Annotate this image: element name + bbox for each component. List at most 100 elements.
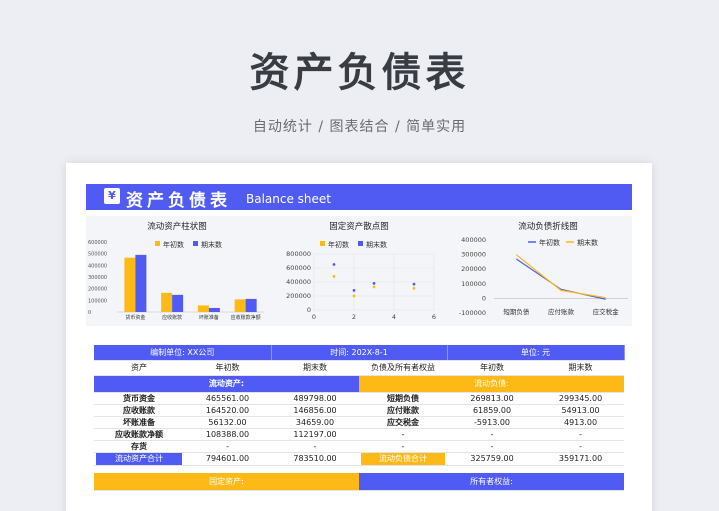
current-assets-section: 流动资产:: [94, 375, 360, 393]
table-row: 坏账准备 56132.00 34659.00 应交税金 -5913.00 491…: [94, 416, 625, 429]
charts-strip: 流动资产柱状图 年初数 期末数 600000 500000 400000 300000 200…: [86, 216, 632, 326]
cell-value: 108388.00: [184, 428, 272, 441]
table-row: 存货 - - - - -: [94, 440, 625, 453]
y-tick-label: 0: [307, 306, 311, 314]
liability-name: 短期负债: [359, 392, 448, 405]
asset-name: 存货: [94, 440, 184, 453]
line-chart-svg: 流动负债折线图年初数 期末数 400000 300000 200000 100000 0 -1…: [459, 221, 628, 317]
x-tick-label: 4: [392, 313, 396, 321]
cell-value: -: [537, 428, 625, 441]
sheet-banner: ¥ 资产负债表 Balance sheet: [86, 184, 632, 211]
current-assets-total-label: 流动资产合计: [94, 452, 184, 466]
cell-value: 489798.00: [271, 392, 360, 405]
scatter-point: [412, 286, 416, 290]
header-cell: 期末数: [537, 360, 625, 376]
y-tick-label: 300000: [461, 251, 486, 259]
bar: [172, 294, 184, 312]
cell-value: 794601.00: [184, 452, 272, 466]
scatter-point: [372, 282, 376, 285]
y-tick-label: 600000: [88, 240, 107, 246]
x-tick-label: 2: [352, 313, 356, 321]
header-cell: 年初数: [447, 360, 538, 376]
legend-label: 年初数: [163, 240, 184, 249]
company-unit: 编制单位: XX公司: [94, 345, 272, 361]
cell-value: 299345.00: [537, 392, 625, 405]
fixed-assets-scatter-chart: 固定资产散点图 年初数 期末数 800000 600000 400000 200000 0 0 2…: [268, 216, 450, 326]
current-liabilities-line-chart: 流动负债折线图 年初数 期末数 400000 300000 200000 100000 0 -1…: [450, 216, 632, 326]
y-tick-label: 400000: [88, 263, 107, 269]
x-tick-label: 货币资金: [125, 314, 145, 321]
x-tick-label: 短期负债: [503, 307, 529, 316]
y-tick-label: 600000: [286, 264, 311, 272]
cell-value: 61859.00: [447, 404, 538, 417]
cell-value: 465561.00: [184, 392, 272, 405]
x-tick-label: 应收账款净额: [231, 314, 261, 321]
cell-value: 146856.00: [271, 404, 360, 417]
bar: [161, 292, 173, 312]
cell-value: -5913.00: [447, 416, 538, 429]
header-cell: 年初数: [184, 360, 272, 376]
y-tick-label: 0: [482, 294, 486, 302]
y-tick-label: 200000: [88, 287, 107, 293]
scatter-point: [332, 263, 336, 266]
legend-swatch: [320, 241, 325, 246]
asset-name: 应收账款: [94, 404, 184, 417]
y-tick-label: 200000: [286, 292, 311, 300]
bar: [245, 298, 257, 312]
cell-value: 4913.00: [537, 416, 625, 429]
current-assets-bar-chart: 流动资产柱状图 年初数 期末数 600000 500000 400000 300000 200…: [86, 216, 268, 326]
bar: [135, 254, 147, 312]
y-tick-label: 800000: [286, 250, 311, 258]
chart-title: 流动资产柱状图: [147, 221, 207, 232]
equity-section: 所有者权益:: [359, 473, 625, 491]
bar: [208, 307, 220, 312]
chart-title: 固定资产散点图: [329, 221, 389, 232]
cell-value: 54913.00: [537, 404, 625, 417]
y-tick-label: 100000: [461, 280, 486, 288]
y-tick-label: 400000: [286, 278, 311, 286]
x-tick-label: 应付账款: [548, 307, 575, 316]
legend-label: 期末数: [201, 240, 222, 249]
x-tick-label: 0: [312, 313, 316, 321]
balance-sheet-card: ¥ 资产负债表 Balance sheet 流动资产柱状图 年初数 期末数 60000…: [66, 163, 652, 511]
cell-value: -: [184, 440, 272, 453]
chart-title: 流动负债折线图: [518, 221, 578, 232]
y-tick-label: -100000: [459, 309, 486, 317]
scatter-point: [412, 282, 416, 286]
y-tick-label: 300000: [88, 275, 107, 281]
y-tick-label: 100000: [88, 298, 107, 304]
scatter-chart-svg: 固定资产散点图年初数 期末数 800000 600000 400000 200000 00 2…: [286, 221, 436, 321]
report-time: 时间: 202X-8-1: [271, 345, 448, 361]
scatter-point: [332, 275, 336, 278]
cell-value: 359171.00: [537, 452, 625, 466]
asset-name: 货币资金: [94, 392, 184, 405]
header-cell: 负债及所有者权益: [359, 360, 448, 376]
cell-value: -: [447, 428, 538, 441]
legend-label: 期末数: [577, 238, 598, 247]
hero-title: 资产负债表: [249, 50, 470, 96]
spacer-row: [94, 465, 624, 473]
table-row: 应收账款 164520.00 146856.00 应付账款 61859.00 5…: [94, 404, 625, 417]
bar-chart-svg: 流动资产柱状图年初数 期末数 600000 500000 400000 300000 200…: [88, 221, 264, 321]
cell-value: 164520.00: [184, 404, 272, 417]
legend-swatch: [155, 241, 160, 246]
bar: [234, 299, 246, 312]
x-tick-label: 应收账款: [162, 314, 182, 321]
table-row: 货币资金 465561.00 489798.00 短期负债 269813.00 …: [94, 392, 625, 405]
header-cell: 期末数: [271, 360, 360, 376]
banner-title-cn: 资产负债表: [126, 191, 231, 211]
balance-table: 编制单位: XX公司 时间: 202X-8-1 单位: 元 资产 年初数 期末数…: [94, 345, 625, 491]
yuan-icon: ¥: [104, 188, 120, 204]
cell-value: 112197.00: [271, 428, 360, 441]
header-cell: 资产: [94, 360, 184, 376]
x-tick-label: 应交税金: [593, 307, 620, 316]
section-row-fixed: 固定资产: 所有者权益:: [94, 473, 625, 491]
hero-subtitle: 自动统计 / 图表结合 / 简单实用: [252, 119, 467, 135]
cell-value: -: [271, 440, 360, 453]
currency-unit: 单位: 元: [447, 345, 625, 361]
table-row: 应收账款净额 108388.00 112197.00 - - -: [94, 428, 625, 441]
fixed-assets-section: 固定资产:: [94, 473, 360, 491]
meta-row: 编制单位: XX公司 时间: 202X-8-1 单位: 元: [94, 345, 625, 361]
scatter-point: [352, 289, 356, 292]
liability-name: -: [359, 440, 448, 453]
